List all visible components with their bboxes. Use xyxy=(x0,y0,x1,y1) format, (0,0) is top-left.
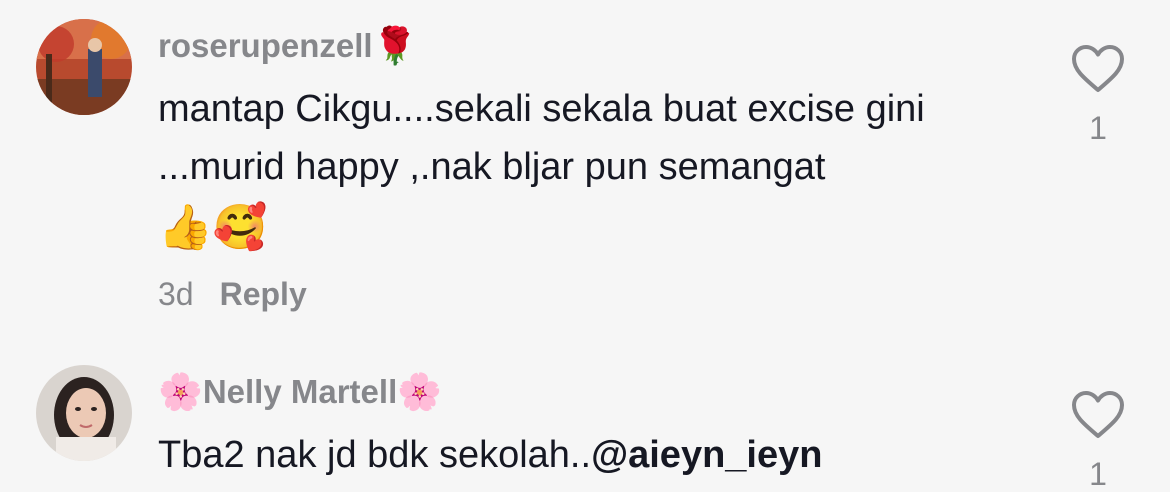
username-text[interactable]: Nelly Martell xyxy=(203,373,397,411)
like-button[interactable]: 1 xyxy=(1068,390,1128,490)
reply-button[interactable]: Reply xyxy=(220,276,307,312)
comment-text: mantap Cikgu....sekali sekala buat excis… xyxy=(158,88,925,188)
comment-meta: 3d Reply xyxy=(158,276,307,313)
comment-username[interactable]: 🌸 Nelly Martell 🌸 xyxy=(158,369,442,415)
avatar[interactable] xyxy=(36,365,132,461)
avatar-photo xyxy=(36,19,132,115)
heart-outline-icon[interactable] xyxy=(1070,44,1126,94)
avatar[interactable] xyxy=(36,19,132,115)
avatar-photo xyxy=(36,365,132,461)
comment-emojis: 👍🥰 xyxy=(158,203,268,252)
rose-emoji-icon: 🌹 xyxy=(372,25,418,66)
like-count: 1 xyxy=(1089,456,1107,492)
comment-username[interactable]: roserupenzell 🌹 xyxy=(158,26,417,66)
heart-outline-icon[interactable] xyxy=(1070,390,1126,440)
like-button[interactable]: 1 xyxy=(1068,44,1128,144)
comment-text: Tba2 nak jd bdk sekolah..@aieyn_ieyn xyxy=(158,426,1038,484)
comment-time: 3d xyxy=(158,276,194,312)
comment-text-body: Tba2 nak jd bdk sekolah.. xyxy=(158,434,592,476)
cherry-blossom-emoji-icon: 🌸 xyxy=(158,371,203,412)
like-count: 1 xyxy=(1089,110,1107,146)
cherry-blossom-emoji-icon: 🌸 xyxy=(397,371,443,412)
username-text[interactable]: roserupenzell xyxy=(158,27,373,65)
user-mention-link[interactable]: @aieyn_ieyn xyxy=(591,434,822,476)
